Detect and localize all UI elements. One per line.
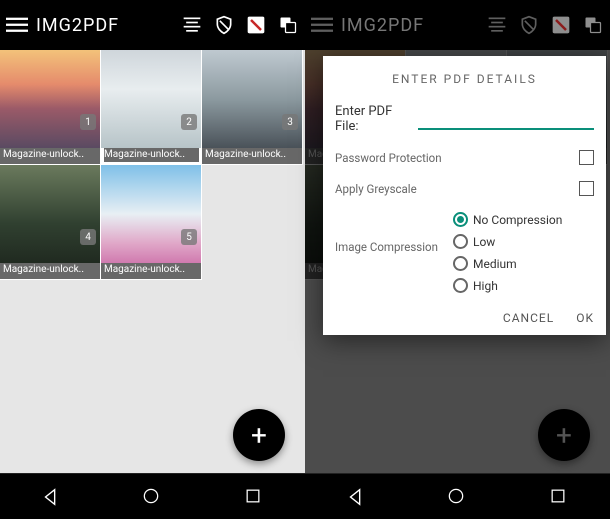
- thumbnail-index: 3: [282, 114, 298, 130]
- password-row: Password Protection: [335, 150, 594, 165]
- compression-row: Image Compression No Compression Low Mediu…: [335, 212, 594, 293]
- radio-icon: [453, 234, 468, 249]
- gallery-content: 1 Magazine-unlock.. 2 Magazine-unlock.. 3 Mag…: [0, 50, 305, 473]
- dialog-actions: CANCEL OK: [335, 311, 594, 325]
- thumbnail-image: 1: [0, 50, 100, 148]
- password-label: Password Protection: [335, 151, 455, 165]
- thumbnail[interactable]: 4 Magazine-unlock..: [0, 165, 101, 280]
- thumbnail-index: 1: [80, 114, 96, 130]
- hamburger-icon[interactable]: [6, 14, 28, 36]
- thumbnail[interactable]: 5 Magazine-unlock..: [101, 165, 202, 280]
- cancel-button[interactable]: CANCEL: [503, 311, 554, 325]
- home-icon[interactable]: [446, 486, 468, 508]
- radio-icon: [453, 212, 468, 227]
- thumbnail-index: 5: [181, 229, 197, 245]
- password-checkbox[interactable]: [579, 150, 594, 165]
- thumbnail-caption: Magazine-unlock..: [101, 148, 201, 164]
- thumbnail-grid: 1 Magazine-unlock.. 2 Magazine-unlock.. 3 Mag…: [0, 50, 305, 280]
- app-bar: IMG2PDF: [305, 0, 610, 50]
- thumbnail[interactable]: 3 Magazine-unlock..: [202, 50, 303, 165]
- radio-label: No Compression: [473, 213, 562, 227]
- thumbnail-caption: Magazine-unlock..: [101, 263, 201, 279]
- recent-icon[interactable]: [548, 486, 570, 508]
- screen-dialog: IMG2PDF 1Magazine-unlock..2Magazine-unlo…: [305, 0, 610, 519]
- compression-option[interactable]: Low: [453, 234, 562, 249]
- home-icon[interactable]: [141, 486, 163, 508]
- thumbnail-image: 2: [101, 50, 201, 148]
- toolbar-icons: [181, 14, 299, 36]
- radio-icon: [453, 278, 468, 293]
- app-title: IMG2PDF: [341, 15, 478, 36]
- thumbnail-index: 2: [181, 114, 197, 130]
- radio-icon: [453, 256, 468, 271]
- toolbar-icons: [486, 14, 604, 36]
- pdf-filename-input[interactable]: [418, 108, 594, 130]
- back-icon[interactable]: [40, 486, 62, 508]
- pdf-icon: [550, 14, 572, 36]
- thumbnail-caption: Magazine-unlock..: [202, 148, 302, 164]
- file-row: Enter PDF File:: [335, 104, 594, 134]
- radio-label: High: [473, 279, 498, 293]
- android-navbar: [0, 473, 305, 519]
- ok-button[interactable]: OK: [576, 311, 594, 325]
- thumbnail-image: 3: [202, 50, 302, 148]
- align-icon: [486, 14, 508, 36]
- screen-gallery: IMG2PDF 1 Magazine-unlock.. 2 Magazine-unlo…: [0, 0, 305, 519]
- radio-label: Medium: [473, 257, 517, 271]
- android-navbar: [305, 473, 610, 519]
- thumbnail[interactable]: 1 Magazine-unlock..: [0, 50, 101, 165]
- align-icon[interactable]: [181, 14, 203, 36]
- thumbnail-caption: Magazine-unlock..: [0, 263, 100, 279]
- pdf-details-dialog: ENTER PDF DETAILS Enter PDF File: Passwo…: [323, 56, 606, 335]
- thumbnail[interactable]: 2 Magazine-unlock..: [101, 50, 202, 165]
- thumbnail-index: 4: [80, 229, 96, 245]
- back-icon[interactable]: [345, 486, 367, 508]
- app-title: IMG2PDF: [36, 15, 173, 36]
- shield-icon[interactable]: [213, 14, 235, 36]
- hamburger-icon: [311, 14, 333, 36]
- pdf-icon[interactable]: [245, 14, 267, 36]
- greyscale-checkbox[interactable]: [579, 181, 594, 196]
- greyscale-label: Apply Greyscale: [335, 182, 455, 196]
- compression-option[interactable]: Medium: [453, 256, 562, 271]
- recent-icon[interactable]: [243, 486, 265, 508]
- compression-options: No Compression Low Medium High: [453, 212, 562, 293]
- dialog-title: ENTER PDF DETAILS: [335, 72, 594, 86]
- thumbnail-image: 5: [101, 165, 201, 263]
- compression-label: Image Compression: [335, 240, 445, 254]
- app-bar: IMG2PDF: [0, 0, 305, 50]
- thumbnail-image: 4: [0, 165, 100, 263]
- thumbnail-caption: Magazine-unlock..: [0, 148, 100, 164]
- copy-icon: [582, 14, 604, 36]
- shield-icon: [518, 14, 540, 36]
- radio-label: Low: [473, 235, 495, 249]
- greyscale-row: Apply Greyscale: [335, 181, 594, 196]
- fab-add-button[interactable]: +: [233, 409, 285, 461]
- compression-option[interactable]: No Compression: [453, 212, 562, 227]
- copy-icon[interactable]: [277, 14, 299, 36]
- file-label: Enter PDF File:: [335, 104, 412, 134]
- compression-option[interactable]: High: [453, 278, 562, 293]
